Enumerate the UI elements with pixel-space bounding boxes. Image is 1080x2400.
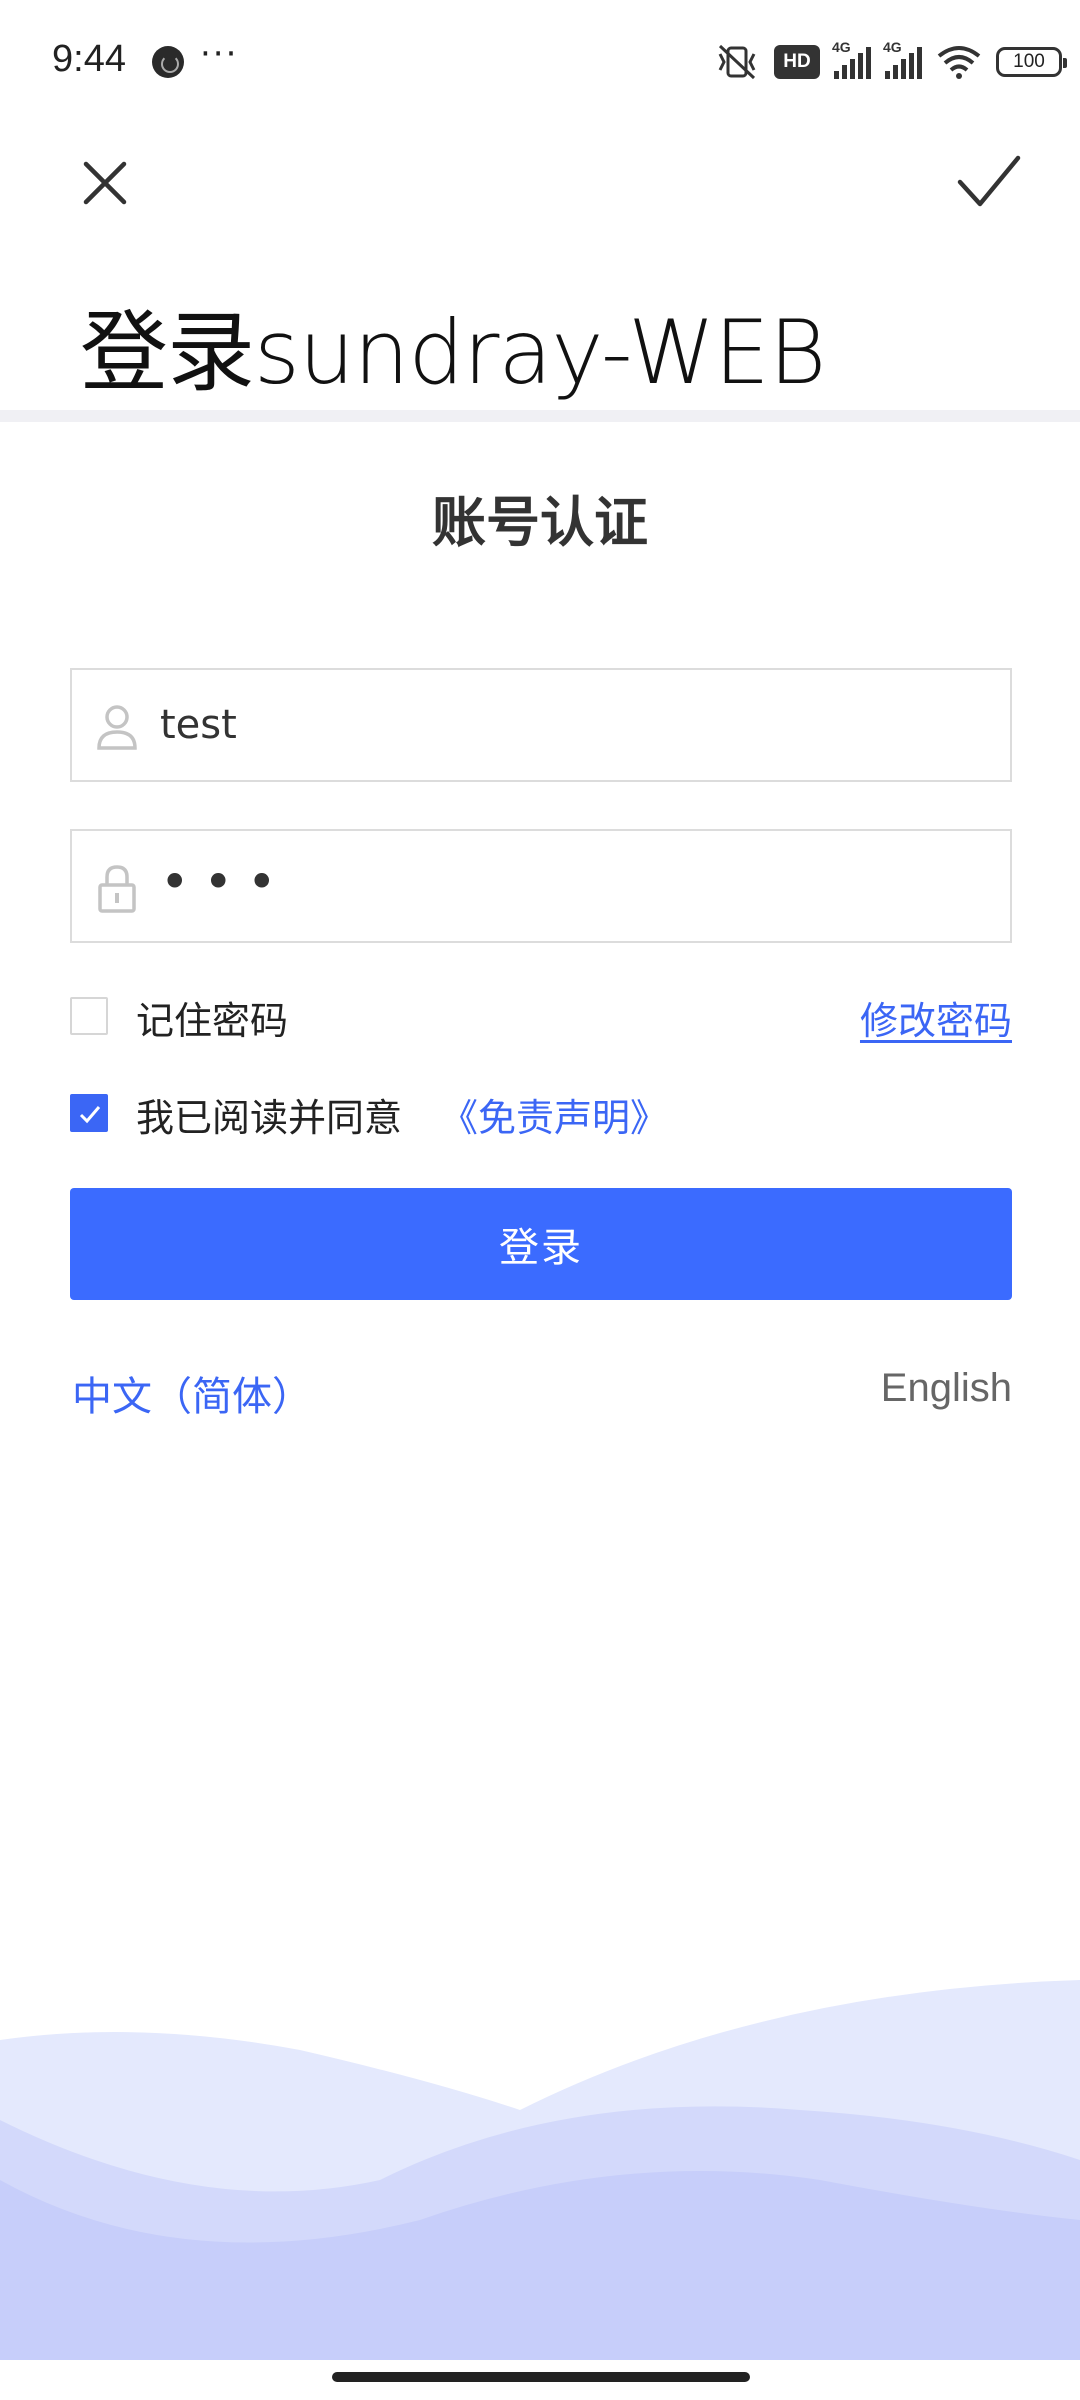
close-button[interactable] xyxy=(72,150,138,216)
status-time: 9:44 xyxy=(52,38,126,80)
confirm-button[interactable] xyxy=(950,150,1030,216)
signal-icon: 4G xyxy=(832,39,871,79)
username-value: test xyxy=(160,702,237,748)
password-value: ••• xyxy=(160,853,291,911)
signal-icon: 4G xyxy=(883,39,922,79)
wifi-icon xyxy=(937,46,981,79)
battery-icon: 100 xyxy=(996,47,1067,77)
remember-password-label: 记住密码 xyxy=(136,999,289,1043)
user-icon xyxy=(97,705,137,750)
disclaimer-link[interactable]: 《免责声明》 xyxy=(440,1087,668,1142)
lock-icon xyxy=(98,865,136,913)
more-notifications-icon: ··· xyxy=(200,34,239,74)
hd-icon: HD xyxy=(774,45,820,79)
check-icon xyxy=(79,1106,101,1124)
close-icon xyxy=(83,161,127,205)
login-button[interactable]: 登录 xyxy=(70,1188,1012,1300)
page-title: 登录sundray-WEB xyxy=(80,301,826,404)
change-password-link[interactable]: 修改密码 xyxy=(860,990,1012,1045)
mute-vibrate-icon xyxy=(718,44,756,80)
status-icons: HD 4G 4G 100 xyxy=(714,39,1067,84)
remember-password-checkbox[interactable] xyxy=(70,997,108,1035)
check-icon xyxy=(957,155,1021,207)
home-indicator[interactable] xyxy=(332,2372,750,2382)
password-field[interactable]: ••• xyxy=(70,829,1012,943)
app-notification-icon xyxy=(152,46,184,78)
language-chinese-link[interactable]: 中文（简体） xyxy=(72,1364,312,1422)
username-field[interactable]: test xyxy=(70,668,1012,782)
status-bar: 9:44 ··· HD 4G 4G 100 xyxy=(0,0,1080,120)
agree-checkbox[interactable] xyxy=(70,1094,108,1132)
agree-label: 我已阅读并同意 xyxy=(136,1096,403,1140)
language-english-link[interactable]: English xyxy=(881,1366,1012,1411)
divider xyxy=(0,410,1080,422)
form-heading: 账号认证 xyxy=(432,491,648,554)
background-waves xyxy=(0,1980,1080,2360)
